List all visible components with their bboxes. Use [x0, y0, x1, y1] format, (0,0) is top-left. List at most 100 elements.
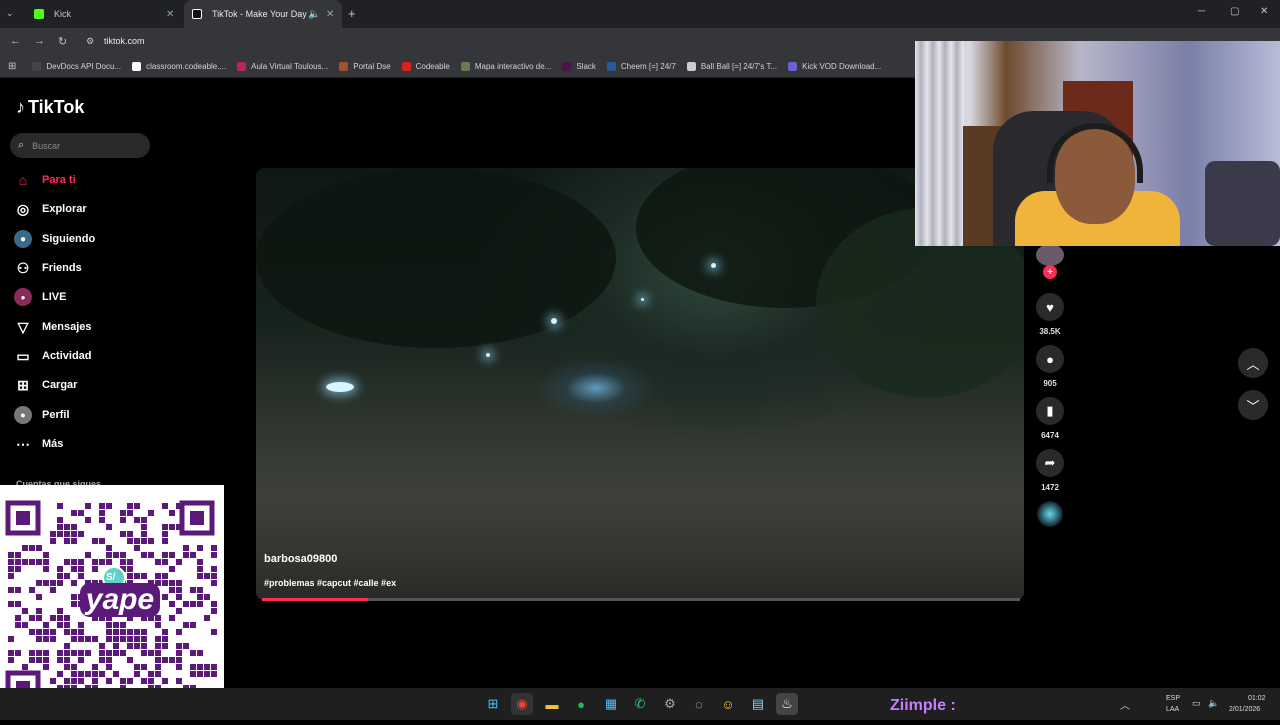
- save-button[interactable]: ▮: [1036, 397, 1064, 425]
- nav-para-ti[interactable]: ⌂ Para ti: [14, 171, 76, 189]
- volume-icon[interactable]: 🔈: [1208, 698, 1219, 709]
- ziimple-label: Ziimple :: [890, 697, 956, 714]
- clock-time[interactable]: 01:02: [1248, 695, 1266, 702]
- qr-module: [211, 545, 217, 551]
- tab-tiktok[interactable]: TikTok - Make Your Day 🔈 ✕: [184, 0, 342, 28]
- qr-module: [169, 510, 175, 516]
- settings-gear-icon[interactable]: ⚙: [659, 693, 681, 715]
- qr-module: [211, 566, 217, 572]
- address-bar[interactable]: tiktok.com: [104, 36, 145, 46]
- file-explorer-icon[interactable]: ▬: [541, 693, 563, 715]
- qr-module: [64, 559, 70, 565]
- qr-module: [43, 650, 49, 656]
- bookmark-item[interactable]: Codeable: [401, 62, 450, 71]
- qr-module: [64, 629, 70, 635]
- steam-icon[interactable]: ♨: [776, 693, 798, 715]
- nav-mensajes[interactable]: ▽ Mensajes: [14, 318, 92, 336]
- restore-window-icon[interactable]: ▢: [1230, 6, 1239, 17]
- reload-icon[interactable]: ↻: [58, 35, 67, 48]
- nav-explorar[interactable]: ◎ Explorar: [14, 200, 87, 218]
- qr-module: [127, 643, 133, 649]
- apps-grid-icon[interactable]: ⊞: [8, 61, 16, 72]
- monitor-icon[interactable]: ▭: [1192, 698, 1201, 709]
- nav-cargar[interactable]: ⊞ Cargar: [14, 376, 77, 394]
- video-progress-track[interactable]: [262, 598, 1020, 601]
- qr-module: [78, 559, 84, 565]
- whatsapp-icon[interactable]: ✆: [629, 693, 651, 715]
- qr-module: [155, 643, 161, 649]
- follow-plus-icon[interactable]: +: [1043, 265, 1057, 279]
- bookmark-item[interactable]: Mapa interactivo de...: [460, 62, 551, 71]
- video-player[interactable]: barbosa09800 #problemas #capcut #calle #…: [256, 168, 1024, 600]
- nav-actividad[interactable]: ▭ Actividad: [14, 347, 91, 365]
- bookmark-favicon-icon: [339, 62, 349, 71]
- new-tab-button[interactable]: +: [348, 6, 356, 21]
- qr-module: [120, 552, 126, 558]
- bookmark-item[interactable]: Slack: [562, 62, 596, 71]
- next-video-button[interactable]: ﹀: [1238, 390, 1268, 420]
- tray-lang[interactable]: ESP: [1166, 695, 1180, 702]
- bookmark-item[interactable]: Aula Virtual Toulous...: [237, 62, 328, 71]
- video-author[interactable]: barbosa09800: [264, 553, 337, 565]
- comment-button[interactable]: ●: [1036, 345, 1064, 373]
- nav-friends[interactable]: ⚇ Friends: [14, 259, 82, 277]
- qr-module: [155, 664, 161, 670]
- qr-module: [211, 671, 217, 677]
- forward-icon[interactable]: →: [34, 35, 45, 47]
- search-input[interactable]: ⌕ Buscar: [10, 133, 150, 158]
- close-tab-icon[interactable]: ✕: [166, 9, 174, 20]
- qr-module: [85, 636, 91, 642]
- tray-chevron-icon[interactable]: ︿: [1120, 697, 1130, 712]
- bookmark-item[interactable]: classroom.codeable....: [132, 62, 226, 71]
- qr-module: [64, 538, 70, 544]
- previous-video-button[interactable]: ︿: [1238, 348, 1268, 378]
- close-window-icon[interactable]: ✕: [1260, 6, 1268, 17]
- video-caption[interactable]: #problemas #capcut #calle #ex: [264, 578, 396, 588]
- close-tab-icon[interactable]: ✕: [326, 9, 334, 20]
- qr-module: [71, 601, 77, 607]
- notepad-icon[interactable]: ▤: [747, 693, 769, 715]
- qr-module: [120, 650, 126, 656]
- qr-module: [15, 559, 21, 565]
- nav-label: Para ti: [42, 174, 76, 186]
- minimize-window-icon[interactable]: ─: [1198, 6, 1205, 17]
- qr-module: [15, 552, 21, 558]
- store-icon[interactable]: ▦: [600, 693, 622, 715]
- tab-list-dropdown-icon[interactable]: ⌄: [6, 8, 14, 19]
- music-disc-icon[interactable]: [1037, 501, 1063, 527]
- audio-icon[interactable]: 🔈: [308, 9, 320, 20]
- bookmark-item[interactable]: Portal Dse: [339, 62, 391, 71]
- clock-date[interactable]: 2/01/2026: [1229, 706, 1260, 713]
- bookmark-item[interactable]: Kick VOD Download...: [788, 62, 881, 71]
- chrome-icon[interactable]: ◉: [511, 693, 533, 715]
- back-icon[interactable]: ←: [10, 35, 21, 47]
- share-icon: ➦: [1044, 455, 1056, 470]
- qr-module: [134, 545, 140, 551]
- creator-avatar[interactable]: [1036, 244, 1064, 266]
- bookmark-item[interactable]: Cheem [=] 24/7: [606, 62, 676, 71]
- comment-icon: ●: [1046, 351, 1054, 367]
- obs-icon[interactable]: ◌: [688, 693, 710, 715]
- tray-lang2[interactable]: LAA: [1166, 706, 1179, 713]
- qr-module: [176, 580, 182, 586]
- tiktok-logo[interactable]: ♪ TikTok: [16, 97, 84, 118]
- bookmark-item[interactable]: Ball Ball [=] 24/7's T...: [686, 62, 777, 71]
- qr-module: [99, 510, 105, 516]
- like-button[interactable]: ♥: [1036, 293, 1064, 321]
- spotify-icon[interactable]: ●: [570, 693, 592, 715]
- qr-module: [22, 664, 28, 670]
- qr-module: [120, 622, 126, 628]
- tab-kick[interactable]: Kick ✕: [26, 0, 182, 28]
- nav-siguiendo[interactable]: ● Siguiendo: [14, 230, 95, 248]
- app-icon[interactable]: ☺: [717, 693, 739, 715]
- qr-module: [71, 636, 77, 642]
- nav-perfil[interactable]: ● Perfil: [14, 406, 70, 424]
- share-button[interactable]: ➦: [1036, 449, 1064, 477]
- site-info-icon[interactable]: ⚙: [86, 36, 94, 47]
- bookmark-item[interactable]: DevDocs API Docu...: [32, 62, 121, 71]
- qr-module: [43, 664, 49, 670]
- nav-live[interactable]: ● LIVE: [14, 288, 66, 306]
- nav-mas[interactable]: ⋯ Más: [14, 435, 63, 453]
- qr-module: [162, 573, 168, 579]
- windows-start-icon[interactable]: ⊞: [482, 693, 504, 715]
